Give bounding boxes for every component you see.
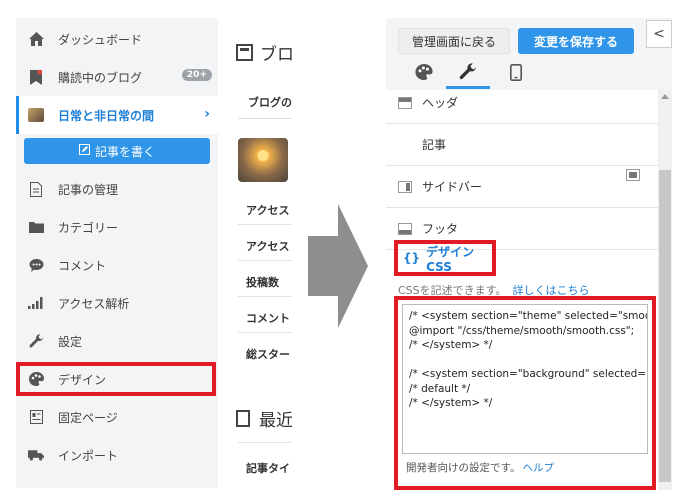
sidebar: ダッシュボード 購読中のブログ 20+ 日常と非日常の間 › 記事を書く 記事の… [16,18,218,488]
scrollbar[interactable] [658,90,672,490]
footer-layout-icon [398,222,412,235]
sidebar-item-current-blog[interactable]: 日常と非日常の間 › [16,96,218,134]
stat-row-label: 総スター [246,348,290,361]
blog-section-title: ブロ [236,40,292,65]
document-icon [236,410,250,427]
sidebar-item-label: インポート [58,448,119,463]
sidebar-item-label: 購読中のブログ [58,70,143,85]
sidebar-item-label: ダッシュボード [58,32,143,47]
sidebar-item-label: アクセス解析 [58,296,130,311]
section-article[interactable]: 記事 [386,124,658,181]
bar-chart-icon [28,295,44,311]
sidebar-item-label: 記事の管理 [58,182,119,197]
document-icon [28,181,44,197]
truck-icon [28,447,44,463]
tab-customize[interactable] [458,63,478,85]
blog-avatar-icon [28,107,44,123]
sidebar-item-comments[interactable]: コメント [16,246,218,284]
collapse-panel-button[interactable]: < [646,20,672,48]
sidebar-item-label: コメント [58,258,107,273]
help-link[interactable]: ヘルプ [522,462,554,474]
design-menu-highlight [16,362,216,396]
tab-smartphone[interactable] [506,63,526,85]
palette-icon [415,64,433,84]
sidebar-item-label: カテゴリー [58,220,119,235]
sidebar-item-label: 設定 [58,334,83,349]
article-title-header: 記事タイ [246,462,290,475]
design-css-section-title[interactable]: {} デザインCSS [394,240,496,276]
stat-row-label: 投稿数 [246,276,279,289]
active-tab-indicator [446,86,490,89]
stat-row-label: アクセス [246,240,290,253]
blog-tab[interactable]: ブログの [248,94,292,110]
save-changes-button[interactable]: 変更を保存する [518,28,634,54]
write-button-label: 記事を書く [94,144,155,159]
back-to-admin-button[interactable]: 管理画面に戻る [398,28,510,54]
page-icon [28,409,44,425]
bookmark-icon [28,69,44,85]
edit-icon [78,144,90,158]
scroll-up-icon[interactable] [661,94,669,99]
dashboard-panel: ブロ ブログの アクセス アクセス 投稿数 コメント 総スター 最近 記事タイ [228,30,292,490]
wrench-icon [28,333,44,349]
braces-icon: {} [403,251,421,265]
developer-note: 開発者向けの設定です。 ヘルプ [406,462,554,474]
sidebar-item-analytics[interactable]: アクセス解析 [16,284,218,322]
smartphone-icon [510,63,522,85]
home-icon [28,31,44,47]
header-layout-icon [398,96,412,109]
css-editor-textarea[interactable]: /* <system section="theme" selected="smo… [402,304,648,454]
sidebar-layout-icon [398,180,412,193]
blog-thumbnail [238,138,288,182]
sidebar-item-dashboard[interactable]: ダッシュボード [16,20,218,58]
sidebar-item-articles[interactable]: 記事の管理 [16,170,218,208]
folder-icon [28,219,44,235]
sidebar-item-fixed-pages[interactable]: 固定ページ [16,398,218,436]
unread-badge: 20+ [181,69,212,81]
scrollbar-thumb[interactable] [659,170,671,482]
sidebar-item-settings[interactable]: 設定 [16,322,218,360]
section-sidebar[interactable]: サイドバー [386,166,658,208]
sidebar-item-categories[interactable]: カテゴリー [16,208,218,246]
chevron-right-icon: › [204,106,210,122]
sidebar-item-label: 日常と非日常の間 [58,108,155,123]
stat-row-label: アクセス [246,204,290,217]
write-article-button[interactable]: 記事を書く [24,138,210,164]
sidebar-item-subscriptions[interactable]: 購読中のブログ 20+ [16,58,218,96]
wrench-icon [459,63,477,85]
recent-section-title: 最近 [236,406,292,431]
css-editor-highlight: /* <system section="theme" selected="smo… [394,296,656,490]
design-panel: 管理画面に戻る 変更を保存する < ヘッダ 記事 サイドバー フッタ {} デザ… [386,18,672,490]
comment-icon [28,257,44,273]
right-arrow-icon [308,204,368,328]
customize-settings-list[interactable]: ヘッダ 記事 サイドバー フッタ {} デザインCSS CSSを記述できます。詳… [386,90,658,490]
sidebar-item-import[interactable]: インポート [16,436,218,474]
stat-row-label: コメント [246,312,290,325]
section-header[interactable]: ヘッダ [386,90,658,124]
sidebar-item-label: 固定ページ [58,410,118,425]
tab-theme[interactable] [414,64,434,84]
dashboard-icon [236,44,253,61]
